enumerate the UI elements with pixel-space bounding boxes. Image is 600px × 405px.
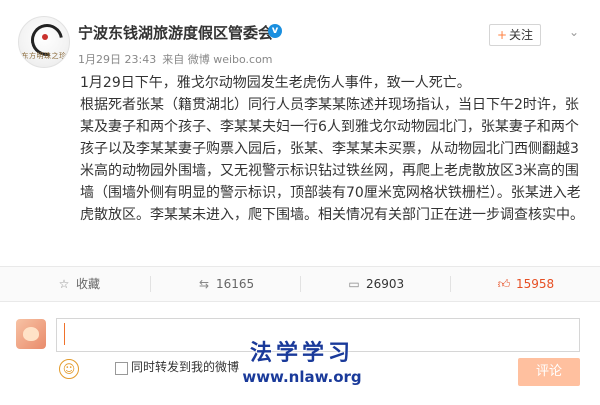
repost-checkbox-label[interactable]: 同时转发到我的微博 [131, 359, 239, 375]
follow-label: 关注 [509, 28, 534, 42]
comment-count: 26903 [366, 277, 405, 291]
verified-icon: v [268, 24, 282, 38]
post-source[interactable]: 来自 微博 weibo.com [162, 53, 272, 66]
watermark: 法学学习 www.nlaw.org [237, 341, 367, 387]
avatar-face [23, 327, 39, 341]
thumbs-up-icon: 👍︎ [497, 277, 511, 291]
repost-button[interactable]: ⇆ 16165 [197, 267, 254, 301]
author-avatar[interactable]: 东方明珠之珍 [18, 16, 70, 68]
text-caret [64, 323, 65, 345]
like-button[interactable]: 👍︎ 15958 [497, 267, 554, 301]
repost-icon: ⇆ [198, 277, 210, 291]
watermark-url: www.nlaw.org [242, 368, 362, 386]
comment-submit-button[interactable]: 评论 [518, 358, 580, 386]
comment-icon: ▭ [348, 277, 360, 291]
repost-count: 16165 [216, 277, 255, 291]
favorite-label: 收藏 [76, 277, 101, 291]
like-count: 15958 [516, 277, 555, 291]
chevron-down-icon[interactable]: ⌄ [568, 26, 580, 38]
current-user-avatar [16, 319, 46, 349]
weibo-post-card: 东方明珠之珍 宁波东钱湖旅游度假区管委会 v + 关注 ⌄ 1月29日 23:43… [0, 0, 600, 405]
watermark-title: 法学学习 [249, 341, 354, 366]
divider [150, 276, 151, 292]
action-bar: ☆ 收藏 ⇆ 16165 ▭ 26903 👍︎ 15958 [0, 266, 600, 302]
smiley-icon[interactable]: ☺ [59, 359, 79, 379]
repost-checkbox[interactable] [115, 362, 128, 375]
follow-button[interactable]: + 关注 [489, 24, 541, 46]
avatar-caption: 东方明珠之珍 [21, 52, 67, 60]
star-icon: ☆ [58, 277, 70, 291]
author-name[interactable]: 宁波东钱湖旅游度假区管委会 [78, 22, 273, 43]
favorite-button[interactable]: ☆ 收藏 [57, 267, 100, 301]
post-meta: 1月29日 23:43 来自 微博 weibo.com [78, 51, 273, 67]
avatar-logo-dot [42, 34, 48, 40]
plus-icon: + [496, 28, 508, 42]
post-paragraph: 1月29日下午，雅戈尔动物园发生老虎伤人事件，致一人死亡。 [80, 75, 471, 91]
post-paragraph: 根据死者张某（籍贯湖北）同行人员李某某陈述并现场指认，当日下午2时许，张某及妻子… [80, 97, 584, 223]
post-content: 1月29日下午，雅戈尔动物园发生老虎伤人事件，致一人死亡。 根据死者张某（籍贯湖… [80, 72, 585, 226]
divider [450, 276, 451, 292]
post-time[interactable]: 1月29日 23:43 [78, 53, 156, 66]
comment-button[interactable]: ▭ 26903 [347, 267, 404, 301]
divider [300, 276, 301, 292]
